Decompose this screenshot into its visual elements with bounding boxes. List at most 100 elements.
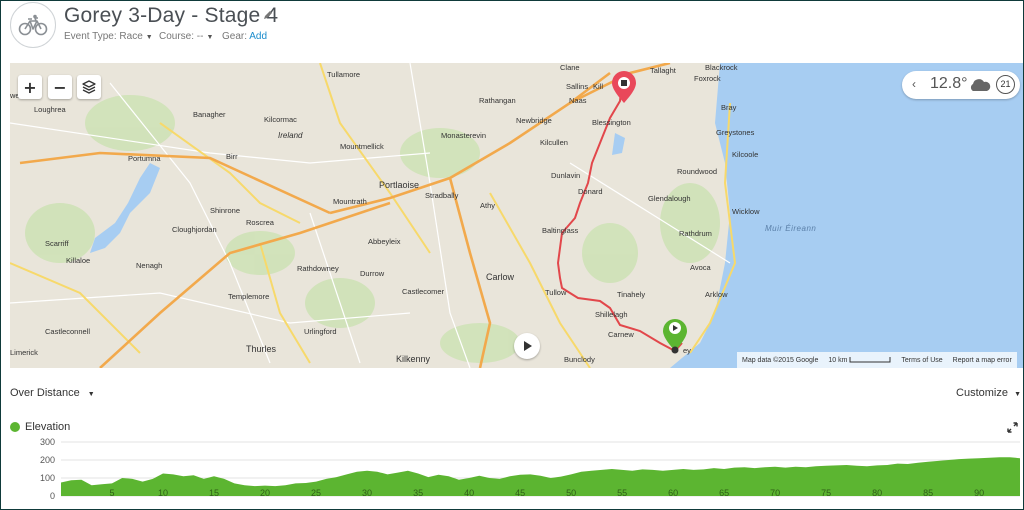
place-label: Kilkenny [396,354,431,364]
place-label: Cloughjordan [172,225,217,234]
place-label: Blessington [592,118,631,127]
y-tick-label: 300 [40,437,55,447]
course-value: -- [196,31,204,42]
map-layers-button[interactable] [77,75,101,99]
x-tick-label: 50 [566,488,576,498]
place-label: Stradbally [425,191,459,200]
y-tick-label: 100 [40,473,55,483]
place-label: Scarriff [45,239,69,248]
place-label: ey [683,346,691,355]
gear-field: Gear: Add [222,31,267,42]
weather-widget[interactable]: ‹ 12.8° 21 [902,71,1020,99]
terms-of-use-link[interactable]: Terms of Use [901,357,942,364]
place-label: Baltinglass [542,226,579,235]
place-label: Abbeyleix [368,237,401,246]
place-label: Castleconnell [45,327,91,336]
place-label: Dunlavin [551,171,581,180]
activity-type-avatar [10,2,56,48]
legend-swatch [10,422,20,432]
chevron-down-icon: ▼ [145,34,153,41]
x-tick-label: 60 [668,488,678,498]
place-label: Foxrock [694,74,721,83]
x-tick-label: 55 [617,488,627,498]
x-tick-label: 20 [260,488,270,498]
x-tick-label: 75 [821,488,831,498]
course-selector[interactable]: Course: -- ▼ [159,31,213,42]
place-label: Shillelagh [595,310,628,319]
map-attribution: Map data ©2015 Google 10 km Terms of Use… [737,352,1017,368]
y-tick-label: 200 [40,455,55,465]
chart-toolbar: Over Distance ▼ Customize ▼ [1,381,1023,405]
place-label: Kilcormac [264,115,297,124]
activity-header: Gorey 3-Day - Stage 4 Event Type: Race ▼ … [1,1,1023,63]
map-canvas[interactable] [10,63,1023,368]
x-tick-label: 10 [158,488,168,498]
place-label: Blackrock [705,63,738,72]
place-label: Mountmellick [340,142,384,151]
add-gear-link[interactable]: Add [249,31,267,42]
place-label: Birr [226,152,238,161]
expand-chart-icon[interactable] [1007,422,1018,433]
place-label: Loughrea [34,105,66,114]
x-axis-selector[interactable]: Over Distance ▼ [10,387,95,399]
place-label: Tinahely [617,290,646,299]
cloud-icon [970,79,991,91]
x-tick-label: 35 [413,488,423,498]
wind-indicator: 21 [996,75,1015,94]
place-label: Greystones [716,128,755,137]
place-label: Urlingford [304,327,337,336]
bicycle-icon [18,14,48,36]
place-label: Kilcullen [540,138,568,147]
place-label: Rathdrum [679,229,712,238]
x-tick-label: 5 [110,488,115,498]
place-label: Donard [578,187,603,196]
zoom-in-button[interactable]: + [18,75,42,99]
report-map-error-link[interactable]: Report a map error [953,357,1012,364]
place-label: Wicklow [732,207,760,216]
event-type-value: Race [119,31,143,42]
place-label: Arklow [705,290,728,299]
event-type-label: Event Type: [64,31,117,42]
chevron-down-icon: ▼ [206,34,214,41]
place-label: Glendalough [648,194,691,203]
activity-title: Gorey 3-Day - Stage 4 [64,4,279,27]
place-label: Limerick [10,348,38,357]
customize-button[interactable]: Customize ▼ [956,387,1021,399]
event-type-selector[interactable]: Event Type: Race ▼ [64,31,153,42]
place-label: Bray [721,103,737,112]
map-data-credit: Map data ©2015 Google [742,356,819,364]
place-label: Tullow [545,288,567,297]
place-label: Sallins [566,82,589,91]
place-label: Banagher [193,110,226,119]
place-label: Kill [593,82,604,91]
chevron-left-icon[interactable]: ‹ [912,77,916,91]
customize-label: Customize [956,387,1008,399]
place-label: Rathdowney [297,264,339,273]
chevron-down-icon: ▼ [1014,391,1021,398]
place-label: Ireland [278,131,303,140]
chart-legend[interactable]: Elevation [10,421,70,433]
place-label: Naas [569,96,587,105]
place-label: Avoca [690,263,711,272]
x-tick-label: 15 [209,488,219,498]
map-scale: 10 km [828,357,891,364]
place-label: Tallaght [650,66,676,75]
zoom-out-button[interactable]: − [48,75,72,99]
route-map[interactable]: Tallaght Blackrock Foxrock Clane Sallins… [10,63,1023,368]
place-label: Shinrone [210,206,241,215]
gear-label: Gear: [222,31,248,42]
place-label: Templemore [228,292,270,301]
x-axis-selector-label: Over Distance [10,387,80,399]
place-label: Portlaoise [379,180,420,190]
chart-title: Elevation [25,421,71,433]
x-tick-label: 85 [923,488,933,498]
place-label: Castlecomer [402,287,445,296]
play-route-button[interactable] [514,333,540,359]
activity-page: Gorey 3-Day - Stage 4 Event Type: Race ▼ … [0,0,1024,510]
edit-pencil-icon[interactable] [263,10,273,20]
elevation-chart[interactable]: 300 200 100 0 5 10 15 20 25 30 35 40 45 50 55 60 65 70 75 8… [1,434,1023,510]
layers-icon [82,80,96,94]
place-label: Mountrath [333,197,367,206]
x-tick-label: 65 [719,488,729,498]
place-label: Roundwood [677,167,718,176]
